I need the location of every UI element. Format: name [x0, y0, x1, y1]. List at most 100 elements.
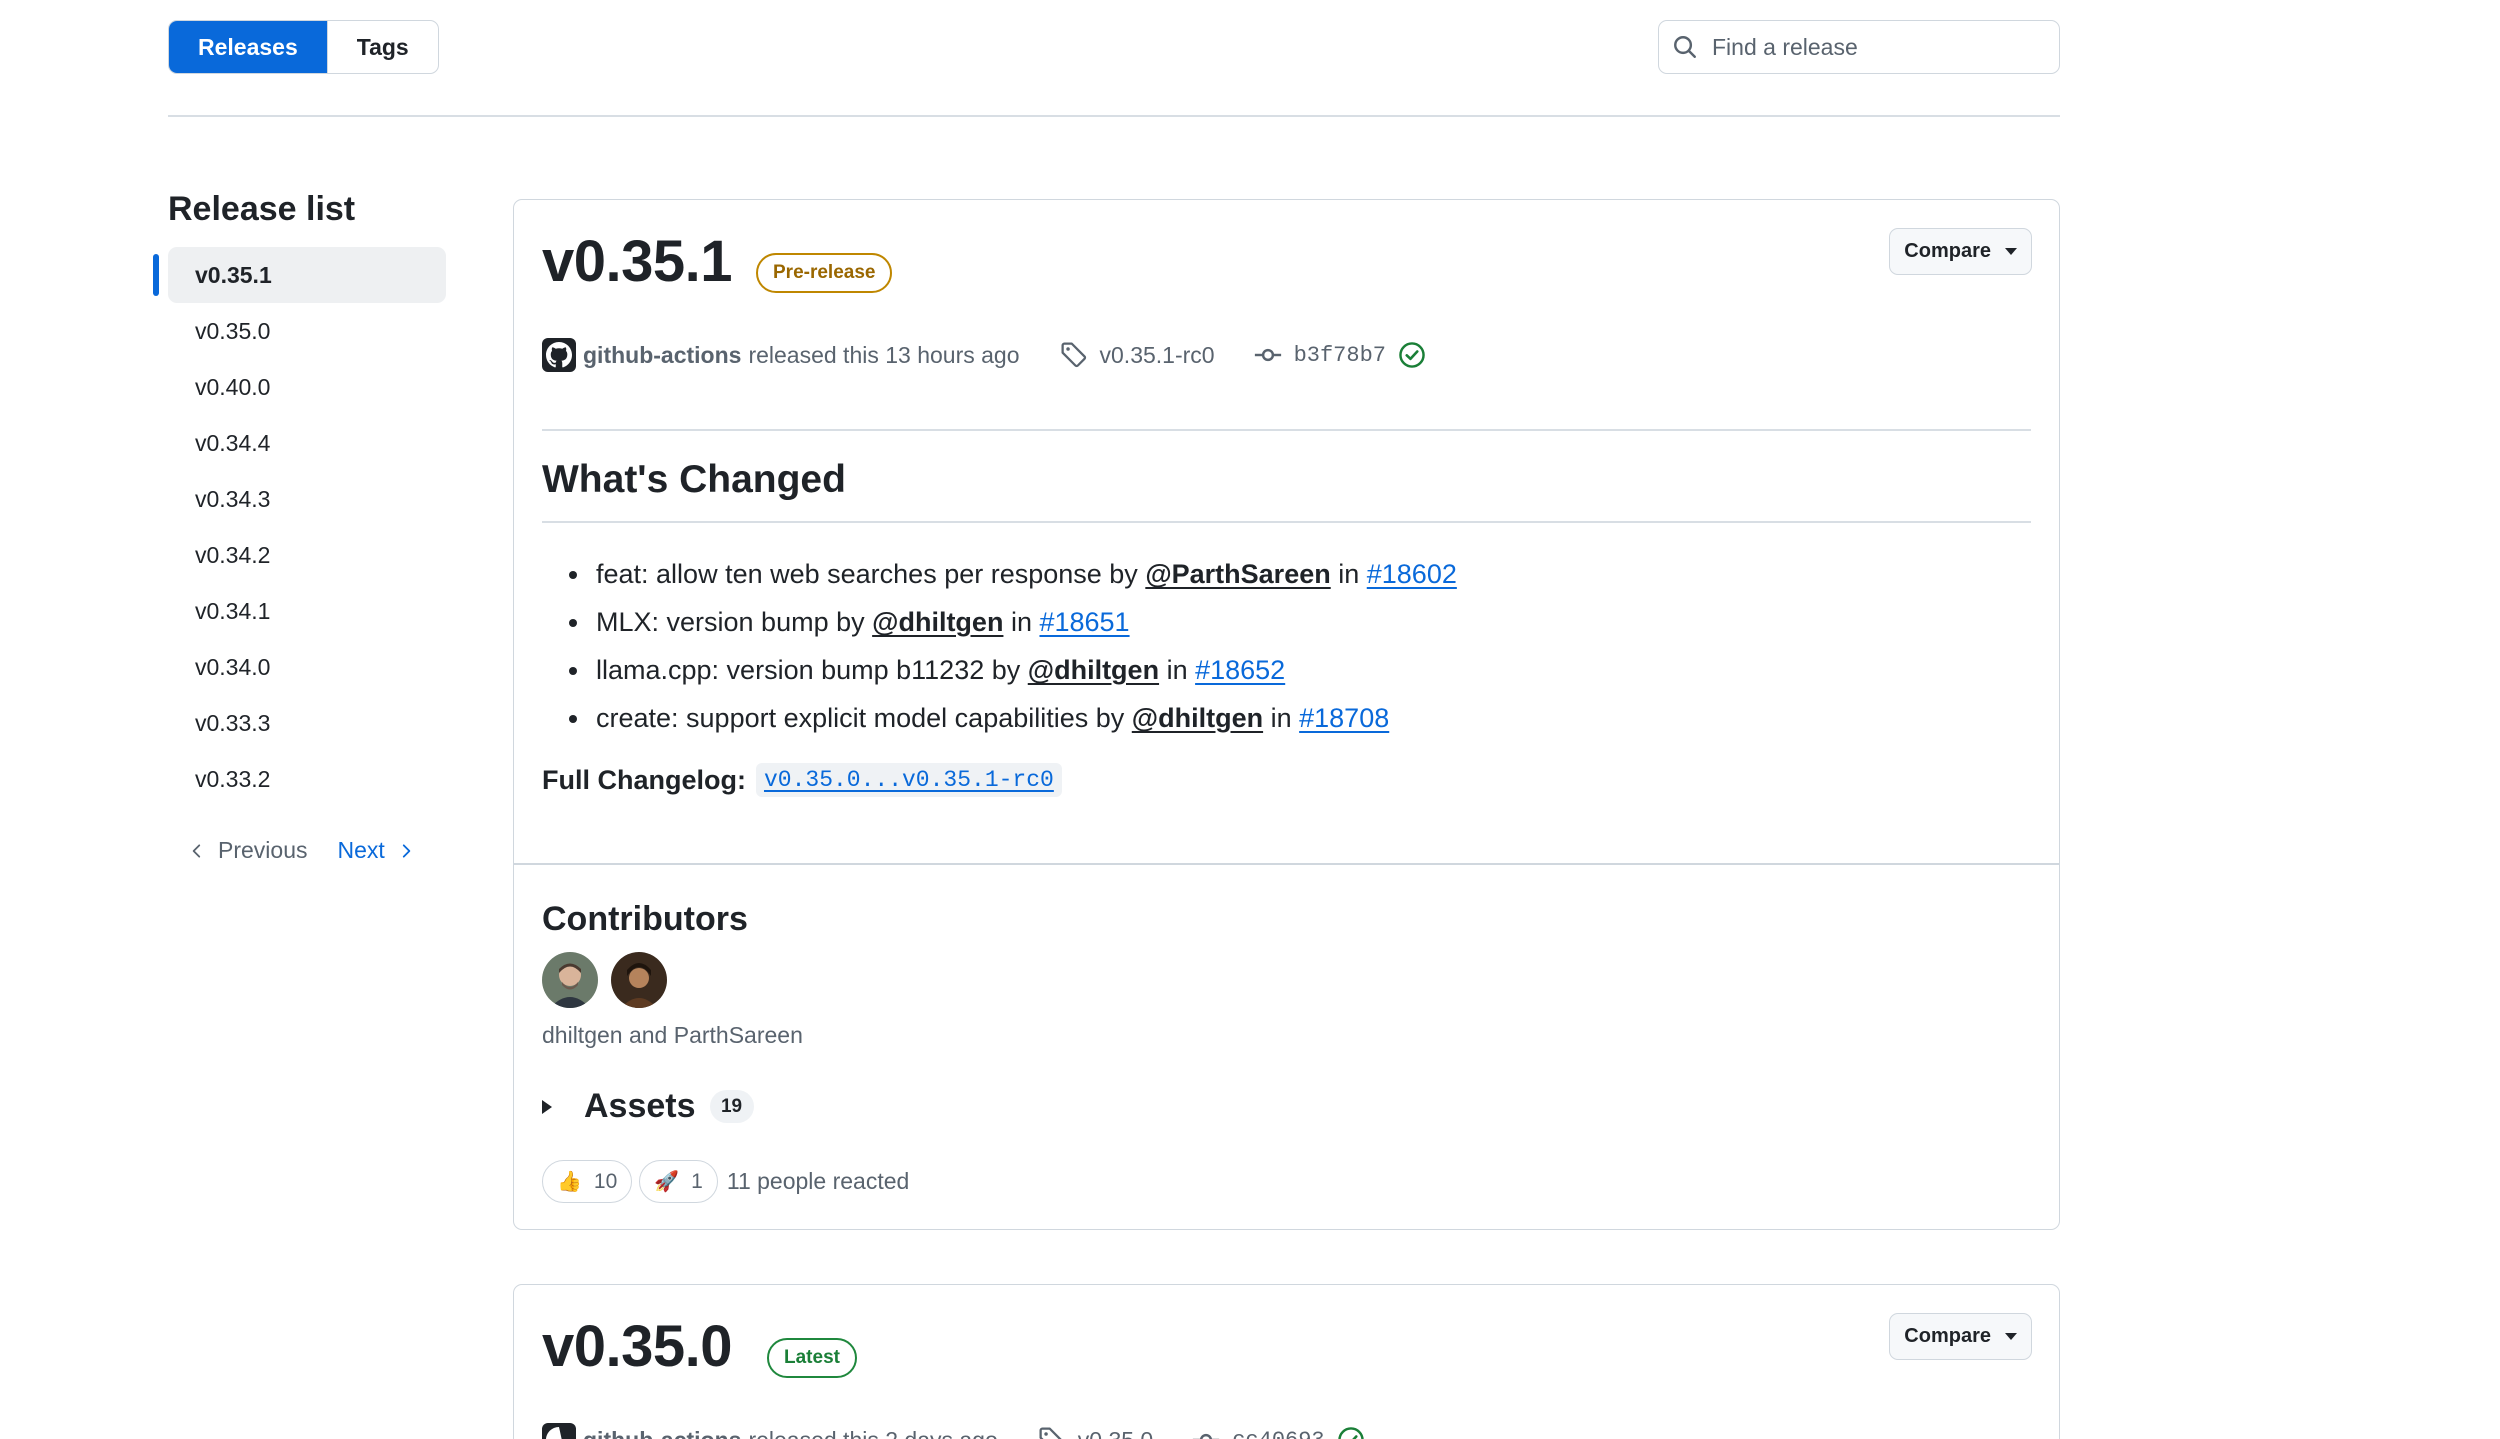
tab-tags[interactable]: Tags	[326, 21, 438, 73]
reactions-summary: 11 people reacted	[726, 1168, 910, 1194]
prerelease-badge: Pre-release	[756, 253, 893, 293]
full-changelog: Full Changelog: v0.35.0...v0.35.1-rc0	[542, 763, 1062, 797]
contributors-avatars	[542, 952, 667, 1008]
user-mention[interactable]: @dhiltgen	[1132, 703, 1263, 733]
reaction-thumbs-up[interactable]: 👍 10	[542, 1160, 633, 1203]
caret-down-icon	[2005, 248, 2017, 255]
release-list-item[interactable]: v0.34.0	[168, 639, 446, 695]
pr-link[interactable]: #18602	[1367, 559, 1457, 589]
github-logo-icon	[546, 1427, 562, 1439]
tag-icon	[1061, 342, 1086, 368]
chevron-left-icon	[192, 843, 201, 858]
release-list-item[interactable]: v0.34.1	[168, 583, 446, 639]
changes-list: feat: allow ten web searches per respons…	[569, 550, 1457, 742]
release-time: released this 2 days ago	[748, 1427, 997, 1439]
reaction-count: 1	[691, 1169, 703, 1193]
release-time: released this 13 hours ago	[748, 341, 1020, 368]
next-label: Next	[337, 837, 385, 863]
heading-underline	[542, 521, 2031, 523]
release-tag[interactable]: v0.35.1-rc0	[1060, 341, 1215, 369]
release-card: Compare v0.35.0 Latest github-actions re…	[513, 1284, 2060, 1439]
releases-tags-switch: Releases Tags	[168, 20, 439, 74]
commit-sha: b3f78b7	[1293, 342, 1386, 368]
latest-badge: Latest	[767, 1338, 857, 1378]
avatar-dhiltgen-image	[542, 952, 598, 1008]
reaction-rocket[interactable]: 🚀 1	[639, 1160, 718, 1203]
search-icon	[1674, 36, 1696, 58]
whats-changed-heading: What's Changed	[542, 458, 846, 501]
next-button[interactable]: Next	[337, 837, 414, 864]
list-item: create: support explicit model capabilit…	[569, 694, 1457, 742]
release-meta: github-actions released this 13 hours ag…	[542, 338, 1426, 372]
caret-down-icon	[2005, 1333, 2017, 1340]
pr-link[interactable]: #18652	[1195, 655, 1285, 685]
rocket-icon: 🚀	[654, 1171, 680, 1193]
contributors-names: dhiltgen and ParthSareen	[542, 1022, 803, 1048]
release-tag[interactable]: v0.35.0	[1038, 1426, 1153, 1439]
tag-icon	[1039, 1427, 1062, 1439]
changelog-label: Full Changelog:	[542, 764, 746, 795]
release-list-item[interactable]: v0.40.0	[168, 359, 446, 415]
user-mention[interactable]: @dhiltgen	[872, 607, 1003, 637]
chevron-right-icon	[402, 843, 411, 858]
release-list-item[interactable]: v0.34.4	[168, 415, 446, 471]
release-list-item[interactable]: v0.33.2	[168, 751, 446, 807]
release-author[interactable]: github-actions	[583, 1427, 741, 1439]
avatar[interactable]	[611, 952, 667, 1008]
release-title[interactable]: v0.35.1	[542, 228, 733, 295]
github-actions-avatar[interactable]	[542, 1423, 576, 1439]
github-actions-avatar[interactable]	[542, 338, 576, 372]
release-meta: github-actions released this 2 days ago …	[542, 1423, 1365, 1439]
avatar[interactable]	[542, 952, 598, 1008]
commit-icon	[1193, 1433, 1220, 1439]
release-list-item[interactable]: v0.33.3	[168, 695, 446, 751]
tag-name: v0.35.1-rc0	[1099, 341, 1215, 368]
release-list-sidebar: Release list v0.35.1 v0.35.0 v0.40.0 v0.…	[153, 190, 455, 864]
user-mention[interactable]: @ParthSareen	[1145, 559, 1330, 589]
list-item: MLX: version bump by @dhiltgen in #18651	[569, 598, 1457, 646]
release-list-item[interactable]: v0.35.1	[153, 247, 446, 303]
tab-releases[interactable]: Releases	[169, 21, 327, 73]
check-circle-icon[interactable]	[1337, 1426, 1365, 1439]
release-commit[interactable]: b3f78b7	[1254, 341, 1426, 369]
release-author[interactable]: github-actions	[583, 342, 741, 369]
release-list-item[interactable]: v0.35.0	[168, 303, 446, 359]
user-mention[interactable]: @dhiltgen	[1028, 655, 1159, 685]
pr-link[interactable]: #18651	[1039, 607, 1129, 637]
compare-label: Compare	[1904, 240, 1991, 262]
assets-count: 19	[709, 1090, 754, 1123]
release-list-item[interactable]: v0.34.2	[168, 527, 446, 583]
pagination: Previous Next	[188, 837, 455, 864]
list-item: llama.cpp: version bump b11232 by @dhilt…	[569, 646, 1457, 694]
release-divider	[542, 429, 2031, 431]
changelog-link[interactable]: v0.35.0...v0.35.1-rc0	[755, 763, 1062, 797]
reactions-bar: 👍 10 🚀 1 11 people reacted	[542, 1160, 909, 1203]
compare-button[interactable]: Compare	[1889, 228, 2032, 275]
release-card: Compare v0.35.1 Pre-release github-actio…	[513, 199, 2060, 1230]
compare-button[interactable]: Compare	[1889, 1313, 2032, 1360]
reaction-count: 10	[593, 1169, 618, 1193]
list-item: feat: allow ten web searches per respons…	[569, 550, 1457, 598]
release-commit[interactable]: cc40693	[1192, 1426, 1364, 1439]
tag-name: v0.35.0	[1078, 1427, 1153, 1439]
search-input[interactable]	[1712, 33, 2042, 61]
commit-sha: cc40693	[1232, 1428, 1324, 1439]
previous-button[interactable]: Previous	[188, 837, 307, 864]
search-box[interactable]	[1658, 20, 2060, 74]
pr-link[interactable]: #18708	[1299, 703, 1389, 733]
commit-icon	[1254, 348, 1281, 362]
triangle-right-icon	[542, 1099, 552, 1114]
previous-label: Previous	[218, 837, 308, 863]
check-circle-icon[interactable]	[1398, 341, 1426, 369]
top-divider	[168, 115, 2060, 117]
section-divider	[514, 863, 2059, 865]
release-title[interactable]: v0.35.0	[542, 1313, 733, 1380]
github-logo-icon	[546, 342, 572, 368]
compare-label: Compare	[1904, 1325, 1991, 1347]
release-list-item[interactable]: v0.34.3	[168, 471, 446, 527]
assets-toggle[interactable]: Assets 19	[542, 1087, 754, 1126]
contributors-heading: Contributors	[542, 900, 748, 938]
release-list-title: Release list	[168, 190, 356, 228]
assets-heading: Assets	[584, 1087, 696, 1125]
avatar-parthsareen-image	[611, 952, 667, 1008]
